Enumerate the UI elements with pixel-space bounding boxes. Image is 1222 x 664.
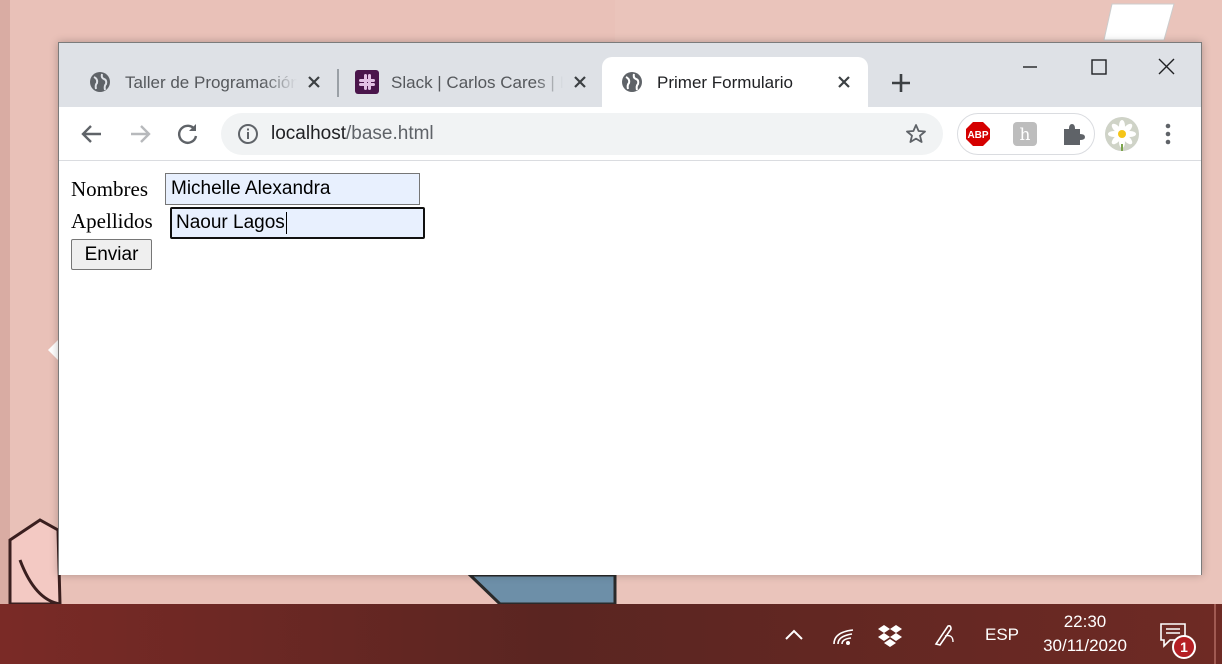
svg-text:ABP: ABP (967, 130, 988, 141)
close-tab-icon[interactable] (570, 72, 590, 92)
reload-icon[interactable] (175, 121, 201, 147)
show-desktop-button[interactable] (1214, 604, 1216, 664)
apellidos-input[interactable]: Naour Lagos (170, 207, 425, 239)
dropbox-icon[interactable] (877, 622, 903, 648)
globe-icon (90, 72, 110, 92)
taskbar: ESP 22:30 30/11/2020 1 (0, 604, 1222, 664)
apellidos-value: Naour Lagos (176, 212, 285, 233)
more-menu-icon[interactable] (1155, 121, 1181, 147)
pen-icon[interactable] (931, 622, 957, 648)
info-icon[interactable] (237, 123, 259, 145)
clock[interactable]: 22:30 30/11/2020 (1030, 610, 1140, 658)
url-path: /base.html (346, 123, 434, 144)
clock-time: 22:30 (1063, 612, 1107, 631)
tab-taller-de-programacion[interactable]: Taller de Programación (59, 57, 337, 107)
text-caret (285, 211, 287, 234)
nombres-label: Nombres (71, 177, 148, 201)
language-indicator[interactable]: ESP (985, 624, 1019, 646)
forward-arrow-icon[interactable] (127, 121, 153, 147)
browser-window: Taller de Programación Slack | Carlos Ca… (58, 42, 1202, 575)
close-window-icon[interactable] (1143, 53, 1189, 81)
tab-primer-formulario[interactable]: Primer Formulario (602, 57, 868, 107)
profile-avatar[interactable] (1105, 117, 1139, 151)
enviar-button[interactable]: Enviar (71, 239, 152, 270)
extensions-group: ABP h (957, 113, 1095, 155)
wifi-icon[interactable] (831, 622, 857, 648)
daisy-icon (1105, 117, 1139, 151)
chevron-up-icon[interactable] (781, 622, 807, 648)
puzzle-icon[interactable] (1060, 121, 1086, 147)
minimize-icon[interactable] (1007, 53, 1053, 81)
tab-title: Primer Formulario (657, 73, 794, 92)
clock-date: 30/11/2020 (1043, 636, 1127, 655)
tab-title: Slack | Carlos Cares | Ingeniería (391, 73, 563, 92)
address-bar[interactable]: localhost/base.html (221, 113, 943, 155)
notification-badge: 1 (1172, 635, 1196, 659)
page-content: Nombres Michelle Alexandra Apellidos Nao… (59, 162, 1201, 575)
maximize-icon[interactable] (1075, 53, 1121, 81)
globe-icon (622, 72, 642, 92)
h-extension-icon[interactable]: h (1012, 121, 1038, 147)
close-tab-icon[interactable] (834, 72, 854, 92)
close-tab-icon[interactable] (304, 72, 324, 92)
svg-text:h: h (1020, 125, 1031, 145)
bookmark-star-icon[interactable] (905, 123, 927, 145)
back-arrow-icon[interactable] (79, 121, 105, 147)
nombres-input[interactable]: Michelle Alexandra (165, 173, 420, 205)
new-tab-icon[interactable] (888, 70, 914, 96)
browser-toolbar: localhost/base.html ABP h (59, 107, 1201, 161)
apellidos-label: Apellidos (71, 209, 153, 233)
tab-slack[interactable]: Slack | Carlos Cares | Ingeniería (339, 57, 601, 107)
tab-title: Taller de Programación (125, 73, 297, 92)
adblock-plus-icon[interactable]: ABP (965, 121, 991, 147)
slack-icon (355, 70, 379, 94)
url-host: localhost (271, 123, 346, 144)
url-text: localhost/base.html (271, 122, 434, 146)
tab-strip: Taller de Programación Slack | Carlos Ca… (59, 43, 1201, 107)
